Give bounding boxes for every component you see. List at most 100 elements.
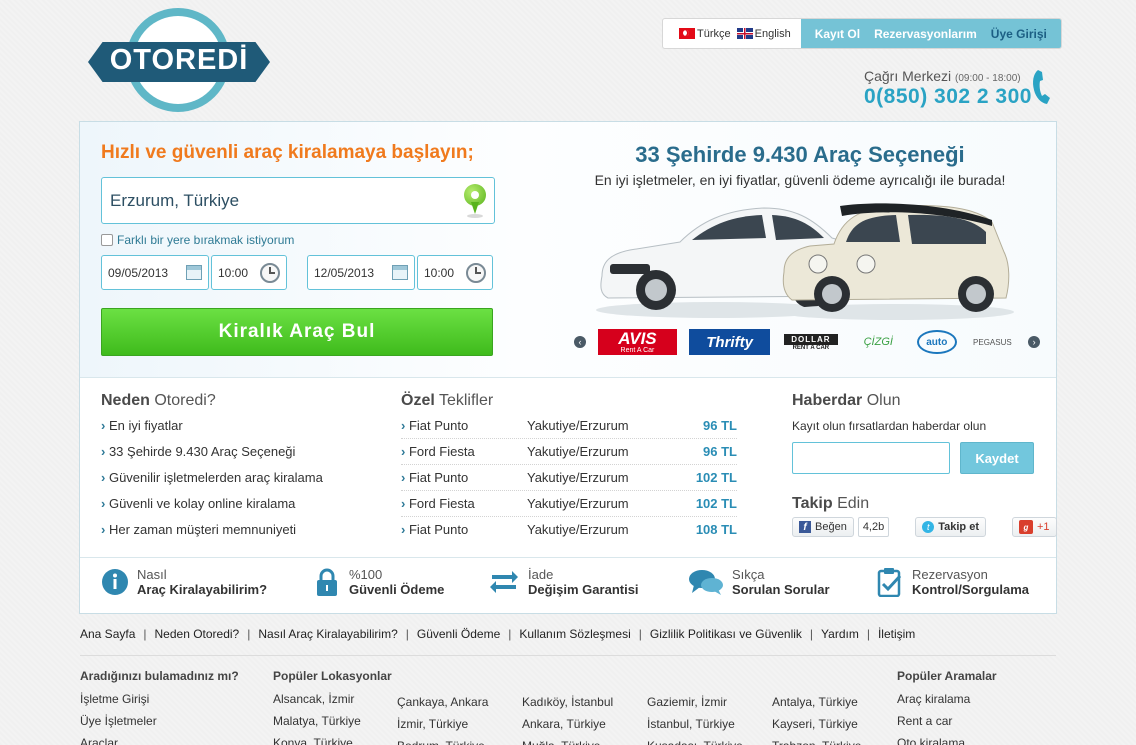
location-link[interactable]: Trabzon, Türkiye	[772, 735, 861, 745]
offer-row[interactable]: Ford FiestaYakutiye/Erzurum 96 TL	[401, 439, 737, 465]
login-link[interactable]: Üye Girişi	[991, 27, 1047, 41]
drop-off-label: Farklı bir yere bırakmak istiyorum	[117, 233, 295, 247]
feature-secure-payment[interactable]: %100 Güvenli Ödeme	[313, 567, 444, 597]
return-date-field[interactable]: 12/05/2013	[307, 255, 415, 290]
dollar-text: DOLLAR	[783, 333, 838, 345]
cizgi-logo[interactable]: ÇİZGİ	[852, 329, 905, 355]
calendar-icon[interactable]	[186, 265, 202, 280]
footer-col-locations-4: Gaziemir, İzmir İstanbul, Türkiye Kuşada…	[647, 691, 743, 745]
offer-location: Yakutiye/Erzurum	[527, 496, 629, 511]
feature-line2: Güvenli Ödeme	[349, 582, 445, 597]
location-link[interactable]: Kayseri, Türkiye	[772, 713, 861, 735]
separator: |	[638, 627, 642, 641]
offer-car: Ford Fiesta	[401, 439, 527, 464]
footer-link[interactable]: Kullanım Sözleşmesi	[519, 627, 630, 641]
footer-link[interactable]: Araçlar	[80, 732, 239, 745]
facebook-like-label: Beğen	[815, 521, 847, 533]
register-link[interactable]: Kayıt Ol	[815, 27, 860, 41]
pickup-date-field[interactable]: 09/05/2013	[101, 255, 209, 290]
feature-faq[interactable]: Sıkça Sorulan Sorular	[688, 567, 830, 597]
offer-location: Yakutiye/Erzurum	[527, 470, 629, 485]
offer-row[interactable]: Fiat PuntoYakutiye/Erzurum 102 TL	[401, 465, 737, 491]
offers-title: Özel Teklifler	[401, 392, 493, 410]
map-pin-icon[interactable]	[464, 183, 486, 218]
offer-row[interactable]: Fiat PuntoYakutiye/Erzurum 108 TL	[401, 517, 737, 543]
facebook-like-button[interactable]: f Beğen	[792, 517, 854, 537]
footer-link[interactable]: Nasıl Araç Kiralayabilirim?	[258, 627, 397, 641]
return-date-value: 12/05/2013	[314, 265, 375, 280]
offer-price: 102 TL	[695, 496, 737, 511]
why-item: En iyi fiyatlar	[101, 413, 361, 439]
location-link[interactable]: Alsancak, İzmir	[273, 688, 392, 710]
reservations-link[interactable]: Rezervasyonlarım	[874, 27, 977, 41]
avis-text: AVIS	[618, 329, 657, 348]
pickup-date-value: 09/05/2013	[108, 265, 169, 280]
location-link[interactable]: Muğla, Türkiye	[522, 735, 613, 745]
logo[interactable]: OTOREDİ	[88, 8, 270, 112]
location-link[interactable]: Ankara, Türkiye	[522, 713, 613, 735]
dollar-subtext: RENT A CAR	[792, 344, 830, 351]
thrifty-logo[interactable]: Thrifty	[689, 329, 771, 355]
search-link[interactable]: Araç kiralama	[897, 688, 997, 710]
lang-turkish[interactable]: Türkçe	[679, 28, 731, 40]
location-link[interactable]: Kuşadası, Türkiye	[647, 735, 743, 745]
feature-reservation-check[interactable]: Rezervasyon Kontrol/Sorgulama	[876, 567, 1029, 597]
location-input[interactable]: Erzurum, Türkiye	[101, 177, 495, 224]
feature-how-to-rent[interactable]: Nasıl Araç Kiralayabilirim?	[101, 567, 267, 597]
location-link[interactable]: İzmir, Türkiye	[397, 713, 488, 735]
clock-icon[interactable]	[466, 262, 486, 283]
footer-link[interactable]: Üye İşletmeler	[80, 710, 239, 732]
section-divider	[80, 377, 1056, 378]
footer-link[interactable]: Gizlilik Politikası ve Güvenlik	[650, 627, 802, 641]
pegasus-logo[interactable]: PEGASUS	[969, 329, 1017, 355]
footer-col-title: Popüler Aramalar	[897, 669, 997, 683]
google-plus-button[interactable]: g +1	[1012, 517, 1057, 537]
location-link[interactable]: Gaziemir, İzmir	[647, 691, 743, 713]
footer-link[interactable]: İşletme Girişi	[80, 688, 239, 710]
offer-row[interactable]: Ford FiestaYakutiye/Erzurum 102 TL	[401, 491, 737, 517]
newsletter-save-button[interactable]: Kaydet	[960, 442, 1034, 474]
offer-location: Yakutiye/Erzurum	[527, 522, 629, 537]
feature-line2: Sorulan Sorular	[732, 582, 830, 597]
location-link[interactable]: Antalya, Türkiye	[772, 691, 861, 713]
footer-link[interactable]: Neden Otoredi?	[155, 627, 240, 641]
why-item: Güvenilir işletmelerden araç kiralama	[101, 465, 361, 491]
top-bar: Türkçe English Kayıt Ol Rezervasyonlarım…	[662, 18, 1062, 49]
search-link[interactable]: Oto kiralama	[897, 732, 997, 745]
pickup-time-field[interactable]: 10:00	[211, 255, 287, 290]
find-car-button[interactable]: Kiralık Araç Bul	[101, 308, 493, 356]
auto-logo[interactable]: auto	[917, 330, 957, 354]
offer-row[interactable]: Fiat PuntoYakutiye/Erzurum 96 TL	[401, 413, 737, 439]
calendar-icon[interactable]	[392, 265, 408, 280]
drop-off-option[interactable]: Farklı bir yere bırakmak istiyorum	[101, 233, 294, 247]
footer-link[interactable]: Güvenli Ödeme	[417, 627, 500, 641]
location-link[interactable]: Konya, Türkiye	[273, 732, 392, 745]
location-link[interactable]: İstanbul, Türkiye	[647, 713, 743, 735]
twitter-icon: t	[922, 521, 935, 533]
offer-car: Ford Fiesta	[401, 491, 527, 516]
footer-link[interactable]: Ana Sayfa	[80, 627, 135, 641]
lang-english[interactable]: English	[736, 28, 791, 40]
location-value: Erzurum, Türkiye	[110, 190, 240, 210]
twitter-follow-button[interactable]: t Takip et	[915, 517, 986, 537]
avis-logo[interactable]: AVIS Rent A Car	[597, 329, 678, 355]
dollar-logo[interactable]: DOLLAR RENT A CAR	[782, 329, 839, 355]
carousel-next-icon[interactable]: ›	[1028, 336, 1040, 348]
location-link[interactable]: Çankaya, Ankara	[397, 691, 488, 713]
social-buttons: f Beğen 4,2b t Takip et g +1	[792, 517, 1057, 537]
search-link[interactable]: Rent a car	[897, 710, 997, 732]
feature-return-guarantee[interactable]: İade Değişim Garantisi	[488, 567, 639, 597]
clock-icon[interactable]	[260, 262, 280, 283]
call-center-number[interactable]: 0(850) 302 2 300	[864, 85, 1044, 109]
return-time-field[interactable]: 10:00	[417, 255, 493, 290]
location-link[interactable]: Kadıköy, İstanbul	[522, 691, 613, 713]
location-link[interactable]: Bodrum, Türkiye	[397, 735, 488, 745]
carousel-prev-icon[interactable]: ‹	[574, 336, 586, 348]
footer-link[interactable]: İletişim	[878, 627, 915, 641]
feature-line2: Değişim Garantisi	[528, 582, 639, 597]
footer-link[interactable]: Yardım	[821, 627, 859, 641]
newsletter-email-input[interactable]	[792, 442, 950, 474]
location-link[interactable]: Malatya, Türkiye	[273, 710, 392, 732]
drop-off-checkbox[interactable]	[101, 234, 113, 246]
why-list: En iyi fiyatlar 33 Şehirde 9.430 Araç Se…	[101, 413, 361, 543]
